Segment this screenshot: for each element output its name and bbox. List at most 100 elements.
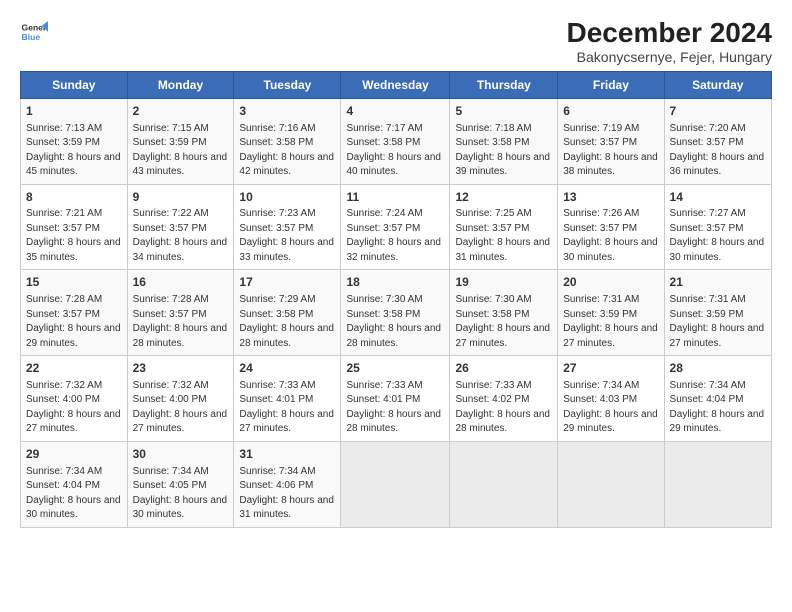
table-row bbox=[664, 441, 771, 527]
day-info: Sunrise: 7:30 AMSunset: 3:58 PMDaylight:… bbox=[346, 294, 441, 349]
day-info: Sunrise: 7:31 AMSunset: 3:59 PMDaylight:… bbox=[563, 294, 658, 349]
day-number: 17 bbox=[239, 274, 335, 291]
day-info: Sunrise: 7:28 AMSunset: 3:57 PMDaylight:… bbox=[26, 294, 121, 349]
calendar-title: December 2024 bbox=[567, 18, 772, 49]
day-info: Sunrise: 7:20 AMSunset: 3:57 PMDaylight:… bbox=[670, 123, 765, 178]
day-number: 16 bbox=[133, 274, 229, 291]
table-row: 2Sunrise: 7:15 AMSunset: 3:59 PMDaylight… bbox=[127, 98, 234, 184]
table-row bbox=[558, 441, 664, 527]
day-number: 27 bbox=[563, 360, 658, 377]
table-row bbox=[450, 441, 558, 527]
day-number: 18 bbox=[346, 274, 444, 291]
table-row: 10 Sunrise: 7:23 AMSunset: 3:57 PMDayligh… bbox=[234, 184, 341, 270]
day-info: Sunrise: 7:33 AMSunset: 4:02 PMDaylight:… bbox=[455, 380, 550, 435]
table-row: 15 Sunrise: 7:28 AMSunset: 3:57 PMDayligh… bbox=[21, 270, 128, 356]
day-info: Sunrise: 7:17 AMSunset: 3:58 PMDaylight:… bbox=[346, 123, 441, 178]
table-row: 27 Sunrise: 7:34 AMSunset: 4:03 PMDayligh… bbox=[558, 356, 664, 442]
day-info: Sunrise: 7:27 AMSunset: 3:57 PMDaylight:… bbox=[670, 208, 765, 263]
weekday-header-row: Sunday Monday Tuesday Wednesday Thursday… bbox=[21, 71, 772, 98]
day-info: Sunrise: 7:24 AMSunset: 3:57 PMDaylight:… bbox=[346, 208, 441, 263]
day-info: Sunrise: 7:30 AMSunset: 3:58 PMDaylight:… bbox=[455, 294, 550, 349]
header-monday: Monday bbox=[127, 71, 234, 98]
day-info: Sunrise: 7:22 AMSunset: 3:57 PMDaylight:… bbox=[133, 208, 228, 263]
calendar-table: Sunday Monday Tuesday Wednesday Thursday… bbox=[20, 71, 772, 528]
day-number: 14 bbox=[670, 189, 766, 206]
header-wednesday: Wednesday bbox=[341, 71, 450, 98]
table-row: 12 Sunrise: 7:25 AMSunset: 3:57 PMDayligh… bbox=[450, 184, 558, 270]
table-row: 13 Sunrise: 7:26 AMSunset: 3:57 PMDayligh… bbox=[558, 184, 664, 270]
day-number: 30 bbox=[133, 446, 229, 463]
table-row: 31 Sunrise: 7:34 AMSunset: 4:06 PMDayligh… bbox=[234, 441, 341, 527]
table-row: 28 Sunrise: 7:34 AMSunset: 4:04 PMDayligh… bbox=[664, 356, 771, 442]
week-row-4: 29Sunrise: 7:34 AMSunset: 4:04 PMDayligh… bbox=[21, 441, 772, 527]
table-row: 11 Sunrise: 7:24 AMSunset: 3:57 PMDayligh… bbox=[341, 184, 450, 270]
day-number: 21 bbox=[670, 274, 766, 291]
day-number: 13 bbox=[563, 189, 658, 206]
day-info: Sunrise: 7:18 AMSunset: 3:58 PMDaylight:… bbox=[455, 123, 550, 178]
header: General Blue December 2024 Bakonycsernye… bbox=[20, 18, 772, 65]
day-info: Sunrise: 7:26 AMSunset: 3:57 PMDaylight:… bbox=[563, 208, 658, 263]
header-friday: Friday bbox=[558, 71, 664, 98]
day-info: Sunrise: 7:31 AMSunset: 3:59 PMDaylight:… bbox=[670, 294, 765, 349]
day-info: Sunrise: 7:33 AMSunset: 4:01 PMDaylight:… bbox=[239, 380, 334, 435]
day-number: 11 bbox=[346, 189, 444, 206]
header-thursday: Thursday bbox=[450, 71, 558, 98]
day-info: Sunrise: 7:34 AMSunset: 4:03 PMDaylight:… bbox=[563, 380, 658, 435]
table-row: 20 Sunrise: 7:31 AMSunset: 3:59 PMDayligh… bbox=[558, 270, 664, 356]
day-number: 8 bbox=[26, 189, 122, 206]
day-number: 31 bbox=[239, 446, 335, 463]
day-info: Sunrise: 7:33 AMSunset: 4:01 PMDaylight:… bbox=[346, 380, 441, 435]
table-row: 24 Sunrise: 7:33 AMSunset: 4:01 PMDayligh… bbox=[234, 356, 341, 442]
day-number: 12 bbox=[455, 189, 552, 206]
table-row: 6 Sunrise: 7:19 AMSunset: 3:57 PMDaylight… bbox=[558, 98, 664, 184]
logo-icon: General Blue bbox=[20, 18, 48, 46]
day-number: 5 bbox=[455, 103, 552, 120]
day-number: 15 bbox=[26, 274, 122, 291]
table-row: 26 Sunrise: 7:33 AMSunset: 4:02 PMDayligh… bbox=[450, 356, 558, 442]
table-row: 19 Sunrise: 7:30 AMSunset: 3:58 PMDayligh… bbox=[450, 270, 558, 356]
table-row: 7Sunrise: 7:20 AMSunset: 3:57 PMDaylight… bbox=[664, 98, 771, 184]
day-info: Sunrise: 7:28 AMSunset: 3:57 PMDaylight:… bbox=[133, 294, 228, 349]
table-row: 8Sunrise: 7:21 AMSunset: 3:57 PMDaylight… bbox=[21, 184, 128, 270]
day-number: 20 bbox=[563, 274, 658, 291]
svg-text:Blue: Blue bbox=[22, 32, 41, 42]
table-row: 5 Sunrise: 7:18 AMSunset: 3:58 PMDaylight… bbox=[450, 98, 558, 184]
table-row: 16 Sunrise: 7:28 AMSunset: 3:57 PMDayligh… bbox=[127, 270, 234, 356]
table-row: 14 Sunrise: 7:27 AMSunset: 3:57 PMDayligh… bbox=[664, 184, 771, 270]
day-info: Sunrise: 7:34 AMSunset: 4:04 PMDaylight:… bbox=[670, 380, 765, 435]
day-info: Sunrise: 7:23 AMSunset: 3:57 PMDaylight:… bbox=[239, 208, 334, 263]
week-row-0: 1Sunrise: 7:13 AMSunset: 3:59 PMDaylight… bbox=[21, 98, 772, 184]
day-number: 22 bbox=[26, 360, 122, 377]
day-info: Sunrise: 7:19 AMSunset: 3:57 PMDaylight:… bbox=[563, 123, 658, 178]
day-info: Sunrise: 7:29 AMSunset: 3:58 PMDaylight:… bbox=[239, 294, 334, 349]
day-info: Sunrise: 7:25 AMSunset: 3:57 PMDaylight:… bbox=[455, 208, 550, 263]
day-number: 26 bbox=[455, 360, 552, 377]
day-info: Sunrise: 7:34 AMSunset: 4:06 PMDaylight:… bbox=[239, 466, 334, 521]
day-number: 24 bbox=[239, 360, 335, 377]
table-row: 3Sunrise: 7:16 AMSunset: 3:58 PMDaylight… bbox=[234, 98, 341, 184]
day-number: 3 bbox=[239, 103, 335, 120]
day-number: 10 bbox=[239, 189, 335, 206]
week-row-2: 15 Sunrise: 7:28 AMSunset: 3:57 PMDayligh… bbox=[21, 270, 772, 356]
day-number: 19 bbox=[455, 274, 552, 291]
table-row: 29Sunrise: 7:34 AMSunset: 4:04 PMDayligh… bbox=[21, 441, 128, 527]
table-row bbox=[341, 441, 450, 527]
week-row-3: 22 Sunrise: 7:32 AMSunset: 4:00 PMDayligh… bbox=[21, 356, 772, 442]
table-row: 22 Sunrise: 7:32 AMSunset: 4:00 PMDayligh… bbox=[21, 356, 128, 442]
table-row: 25Sunrise: 7:33 AMSunset: 4:01 PMDayligh… bbox=[341, 356, 450, 442]
table-row: 21 Sunrise: 7:31 AMSunset: 3:59 PMDayligh… bbox=[664, 270, 771, 356]
page: General Blue December 2024 Bakonycsernye… bbox=[0, 0, 792, 612]
day-info: Sunrise: 7:32 AMSunset: 4:00 PMDaylight:… bbox=[133, 380, 228, 435]
day-number: 6 bbox=[563, 103, 658, 120]
day-number: 23 bbox=[133, 360, 229, 377]
table-row: 17 Sunrise: 7:29 AMSunset: 3:58 PMDayligh… bbox=[234, 270, 341, 356]
week-row-1: 8Sunrise: 7:21 AMSunset: 3:57 PMDaylight… bbox=[21, 184, 772, 270]
logo: General Blue bbox=[20, 18, 48, 46]
day-number: 28 bbox=[670, 360, 766, 377]
table-row: 1Sunrise: 7:13 AMSunset: 3:59 PMDaylight… bbox=[21, 98, 128, 184]
table-row: 18 Sunrise: 7:30 AMSunset: 3:58 PMDayligh… bbox=[341, 270, 450, 356]
day-info: Sunrise: 7:32 AMSunset: 4:00 PMDaylight:… bbox=[26, 380, 121, 435]
calendar-subtitle: Bakonycsernye, Fejer, Hungary bbox=[567, 49, 772, 65]
table-row: 9Sunrise: 7:22 AMSunset: 3:57 PMDaylight… bbox=[127, 184, 234, 270]
day-info: Sunrise: 7:15 AMSunset: 3:59 PMDaylight:… bbox=[133, 123, 228, 178]
